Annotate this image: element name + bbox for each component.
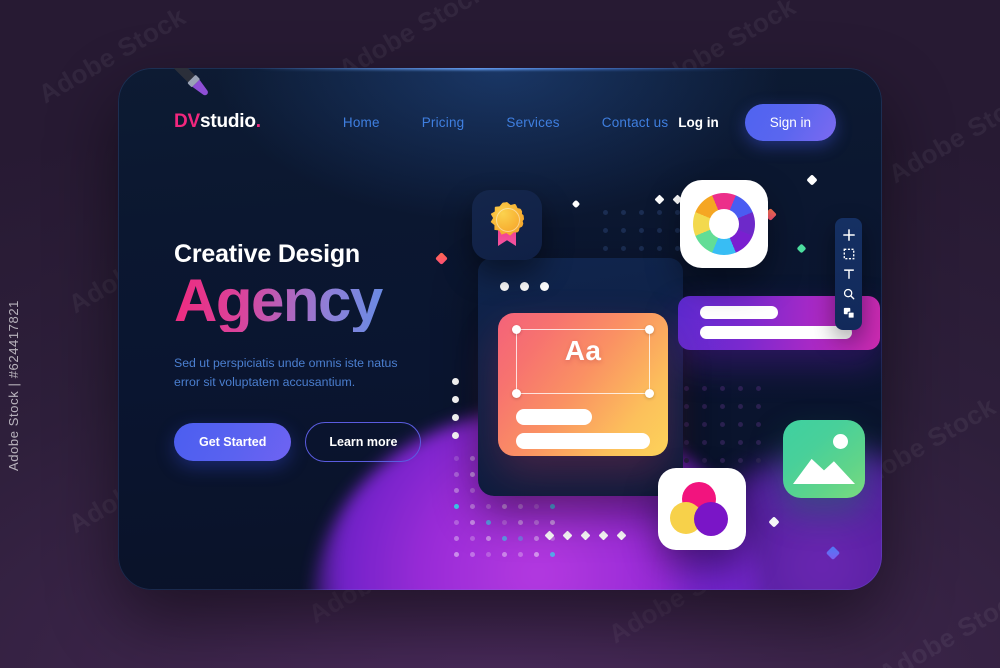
swatch-purple (694, 502, 728, 536)
nav-links: Home Pricing Services Contact us (343, 115, 668, 130)
duplicate-layers-icon[interactable] (842, 306, 856, 320)
content-line-short (700, 306, 778, 319)
signin-button[interactable]: Sign in (744, 103, 836, 141)
color-palette-card[interactable] (658, 468, 746, 550)
selection-handle-bottom-right[interactable] (645, 389, 654, 398)
nav-actions: Log in Sign in (678, 103, 836, 141)
logo-dv: DV (174, 111, 200, 132)
logo-dot: . (255, 111, 261, 132)
watermark: Adobe Stock (883, 80, 1000, 190)
brand-logo[interactable]: DVstudio. (174, 111, 261, 133)
diamond-white (806, 174, 818, 186)
get-started-button[interactable]: Get Started (174, 423, 292, 462)
content-line-long (700, 326, 852, 339)
diamond-white-2 (768, 516, 780, 528)
watermark: Adobe Stock (873, 580, 1000, 668)
diamond-blue (825, 545, 841, 561)
editor-toolbar[interactable] (835, 218, 862, 330)
mountain-icon (793, 458, 855, 484)
login-link[interactable]: Log in (678, 115, 719, 130)
card-line-long (516, 433, 650, 449)
navigation-bar: DVstudio. Home Pricing Services Contact … (118, 68, 882, 176)
nav-link-services[interactable]: Services (506, 115, 559, 130)
medal-star-shape (490, 202, 524, 236)
window-traffic-lights (500, 282, 549, 291)
selection-handle-top-right[interactable] (645, 325, 654, 334)
hero-cta-group: Get Started Learn more (174, 422, 494, 463)
nav-link-home[interactable]: Home (343, 115, 380, 130)
image-thumbnail-card[interactable] (783, 420, 865, 498)
hero-heading-top: Creative Design (174, 240, 360, 268)
diamond-row-bottom (544, 530, 627, 541)
nav-link-contact-us[interactable]: Contact us (602, 115, 669, 130)
zoom-search-icon[interactable] (842, 287, 856, 301)
stock-photo-canvas: Adobe Stock Adobe Stock Adobe Stock Adob… (0, 0, 1000, 668)
diamond-green (796, 243, 807, 254)
landing-page-mockup: Aa DVstudio. Home Pricing Services Conta… (118, 68, 882, 590)
aa-sample-text: Aa (564, 335, 602, 366)
hero-subtext: Sed ut perspiciatis unde omnis iste natu… (174, 356, 398, 390)
selection-handle-bottom-left[interactable] (512, 389, 521, 398)
logo-studio: studio (200, 111, 256, 132)
selection-handle-top-left[interactable] (512, 325, 521, 334)
nav-link-pricing[interactable]: Pricing (422, 115, 465, 130)
hero-copy: Creative Design Agency Sed ut perspiciat… (174, 240, 494, 463)
hero-heading-main: Agency (174, 269, 494, 332)
learn-more-button[interactable]: Learn more (305, 422, 422, 463)
text-tool-icon[interactable] (842, 267, 856, 281)
plus-icon[interactable] (842, 228, 856, 242)
typography-card: Aa (498, 313, 668, 456)
diamond-white-3 (571, 199, 581, 209)
stock-credit-label: Adobe Stock | #624417821 (6, 300, 21, 472)
sun-icon (833, 434, 848, 449)
color-wheel-icon (693, 193, 755, 255)
marquee-select-icon[interactable] (842, 247, 856, 261)
color-wheel-card[interactable] (680, 180, 768, 268)
card-line-short (516, 409, 592, 425)
